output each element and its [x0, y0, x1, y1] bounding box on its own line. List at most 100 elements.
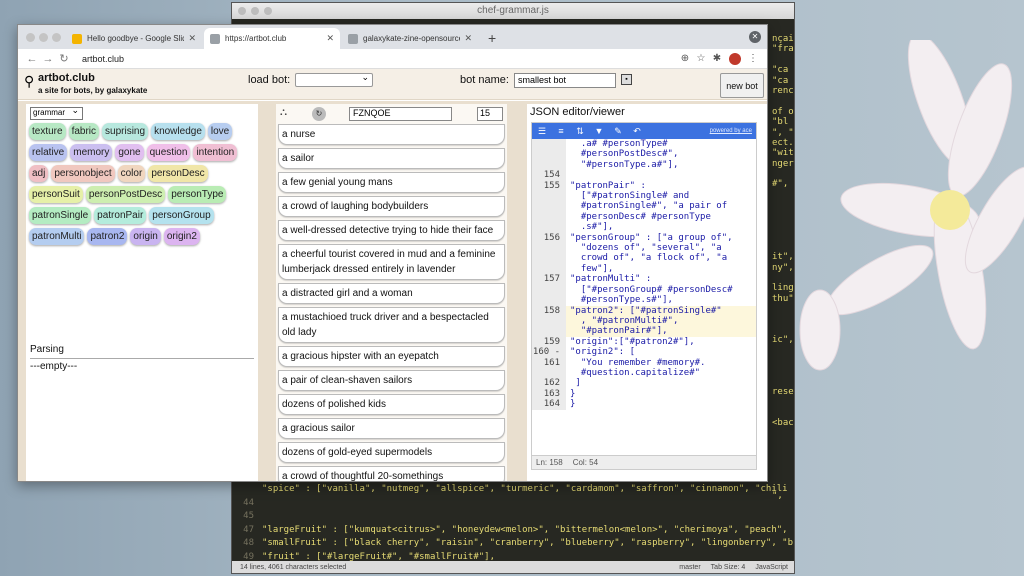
- generated-result[interactable]: a nurse: [278, 124, 505, 145]
- symbol-chip[interactable]: patronPair: [94, 207, 147, 224]
- editor-strip-text: ect.a: [772, 137, 794, 148]
- grammar-view-select[interactable]: grammar: [30, 105, 83, 120]
- symbol-chip[interactable]: color: [117, 165, 146, 182]
- tab-close-icon[interactable]: ✕: [188, 33, 196, 44]
- editor-strip-text: [772, 397, 794, 407]
- powered-by-ace-link[interactable]: powered by ace: [710, 128, 752, 134]
- symbol-chip[interactable]: patronMulti: [29, 228, 85, 245]
- symbol-chip[interactable]: personobject: [51, 165, 115, 182]
- generated-result[interactable]: a gracious sailor: [278, 418, 505, 439]
- symbol-chip[interactable]: personSuit: [29, 186, 83, 203]
- symbol-chip[interactable]: gone: [115, 144, 144, 161]
- parsing-divider: [30, 358, 254, 359]
- symbol-chip[interactable]: personDesc: [148, 165, 208, 182]
- editor-strip-text: it",: [772, 252, 794, 263]
- extensions-puzzle-icon[interactable]: ✱: [709, 53, 725, 64]
- forward-icon[interactable]: →: [40, 53, 56, 65]
- bot-name-input[interactable]: smallest bot: [514, 73, 616, 88]
- tab-close-icon[interactable]: ✕: [464, 33, 472, 44]
- zoom-icon[interactable]: ⊕: [677, 53, 693, 64]
- symbol-chip[interactable]: fabric: [68, 123, 100, 140]
- compact-icon[interactable]: ≡: [555, 126, 567, 136]
- tab-artbot[interactable]: https://artbot.club ✕: [204, 28, 340, 49]
- generated-result[interactable]: dozens of gold-eyed supermodels: [278, 442, 505, 463]
- symbol-chip[interactable]: suprising: [102, 123, 149, 140]
- editor-branch[interactable]: master: [679, 564, 700, 571]
- back-icon[interactable]: ←: [24, 53, 40, 65]
- new-tab-button[interactable]: +: [480, 28, 504, 49]
- sort-icon[interactable]: ⇅: [574, 126, 586, 137]
- repair-wrench-icon[interactable]: ✎: [612, 126, 624, 137]
- reroll-icon[interactable]: ↻: [312, 107, 326, 121]
- symbol-chip[interactable]: origin2: [163, 228, 200, 245]
- symbol-chip[interactable]: intention: [193, 144, 238, 161]
- json-line-text: "#patronPair#"],: [570, 326, 668, 337]
- symbol-chip[interactable]: origin: [130, 228, 161, 245]
- new-bot-button[interactable]: new bot: [720, 73, 764, 98]
- generated-result[interactable]: a gracious hipster with an eyepatch: [278, 346, 505, 367]
- json-line: 163}: [532, 388, 756, 400]
- format-icon[interactable]: ☰: [536, 126, 548, 137]
- json-line: ["#patronSingle# and: [532, 191, 756, 202]
- generated-result[interactable]: a well-dressed detective trying to hide …: [278, 220, 505, 241]
- symbol-chip[interactable]: question: [146, 144, 191, 161]
- generated-result[interactable]: a crowd of laughing bodybuilders: [278, 196, 505, 217]
- json-line-number: 159: [532, 336, 566, 348]
- editor-code-line: 47 "largeFruit" : ["kumquat<citrus>", "ho…: [232, 524, 794, 538]
- lock-seed-icon[interactable]: ⛬: [280, 107, 294, 121]
- editor-strip-text: [772, 199, 794, 209]
- editor-line-number: [232, 483, 262, 497]
- symbol-chip[interactable]: personType: [168, 186, 227, 203]
- symbol-chip[interactable]: love: [207, 123, 233, 140]
- address-bar[interactable]: artbot.club: [82, 54, 677, 64]
- symbol-chip[interactable]: patron2: [87, 228, 128, 245]
- symbol-chip[interactable]: adj: [29, 165, 49, 182]
- browser-close-dot[interactable]: [26, 33, 35, 42]
- browser-minimize-dot[interactable]: [39, 33, 48, 42]
- json-status-bar: Ln: 158 Col: 54: [532, 455, 756, 469]
- symbol-chip[interactable]: personGroup: [149, 207, 214, 224]
- generated-result[interactable]: a cheerful tourist covered in mud and a …: [278, 244, 505, 280]
- menu-kebab-icon[interactable]: ⋮: [745, 53, 761, 64]
- profile-avatar[interactable]: [729, 52, 741, 65]
- json-line-text: "patronMulti" :: [570, 274, 652, 285]
- json-line: 160 - "origin2": [: [532, 347, 756, 358]
- generated-result[interactable]: a pair of clean-shaven sailors: [278, 370, 505, 391]
- symbol-chip[interactable]: personPostDesc: [85, 186, 166, 203]
- tab-close-icon[interactable]: ✕: [326, 33, 334, 44]
- generator-controls: ⛬ ↻ FZNQOE 15: [276, 104, 507, 124]
- undo-icon[interactable]: ↶: [631, 126, 643, 137]
- generated-result[interactable]: a mustachioed truck driver and a bespect…: [278, 307, 505, 343]
- count-select[interactable]: 15: [477, 107, 503, 121]
- symbol-chip[interactable]: texture: [29, 123, 66, 140]
- generated-result[interactable]: a crowd of thoughtful 20-somethings: [278, 466, 505, 481]
- editor-tab-size[interactable]: Tab Size: 4: [711, 564, 746, 571]
- generated-result[interactable]: a distracted girl and a woman: [278, 283, 505, 304]
- json-line-text: "patron2": ["#patronSingle#": [570, 305, 722, 316]
- tab-google-slides[interactable]: Hello goodbye - Google Slides ✕: [66, 28, 202, 49]
- generated-result[interactable]: a few genial young mans: [278, 172, 505, 193]
- json-code-body[interactable]: .a# #personType# #personPostDesc#", "#pe…: [532, 139, 756, 455]
- seed-input[interactable]: FZNQOE: [349, 107, 452, 121]
- symbol-chip[interactable]: memory: [70, 144, 113, 161]
- editor-strip-text: [772, 241, 794, 251]
- filter-icon[interactable]: ▼: [593, 126, 605, 136]
- load-bot-select[interactable]: [295, 72, 373, 87]
- json-ace-editor[interactable]: ☰ ≡ ⇅ ▼ ✎ ↶ powered by ace .a# #personTy…: [531, 122, 757, 470]
- editor-language[interactable]: JavaScript: [755, 564, 788, 571]
- tab-zine[interactable]: galaxykate-zine-opensource.p ✕: [342, 28, 478, 49]
- reload-icon[interactable]: ↻: [56, 52, 72, 65]
- bookmark-star-icon[interactable]: ☆: [693, 53, 709, 64]
- generated-result[interactable]: dozens of polished kids: [278, 394, 505, 415]
- symbol-chip[interactable]: knowledge: [151, 123, 205, 140]
- window-close-icon[interactable]: ✕: [749, 31, 761, 43]
- symbol-chip[interactable]: relative: [29, 144, 68, 161]
- json-line: #personPostDesc#",: [532, 149, 756, 160]
- slides-favicon-icon: [72, 33, 82, 44]
- browser-zoom-dot[interactable]: [52, 33, 61, 42]
- editor-strip-text: "ca: [772, 65, 789, 76]
- save-floppy-icon[interactable]: ▪: [621, 74, 632, 85]
- symbol-chip[interactable]: patronSingle: [29, 207, 92, 224]
- generated-result[interactable]: a sailor: [278, 148, 505, 169]
- json-line-number: [532, 295, 566, 306]
